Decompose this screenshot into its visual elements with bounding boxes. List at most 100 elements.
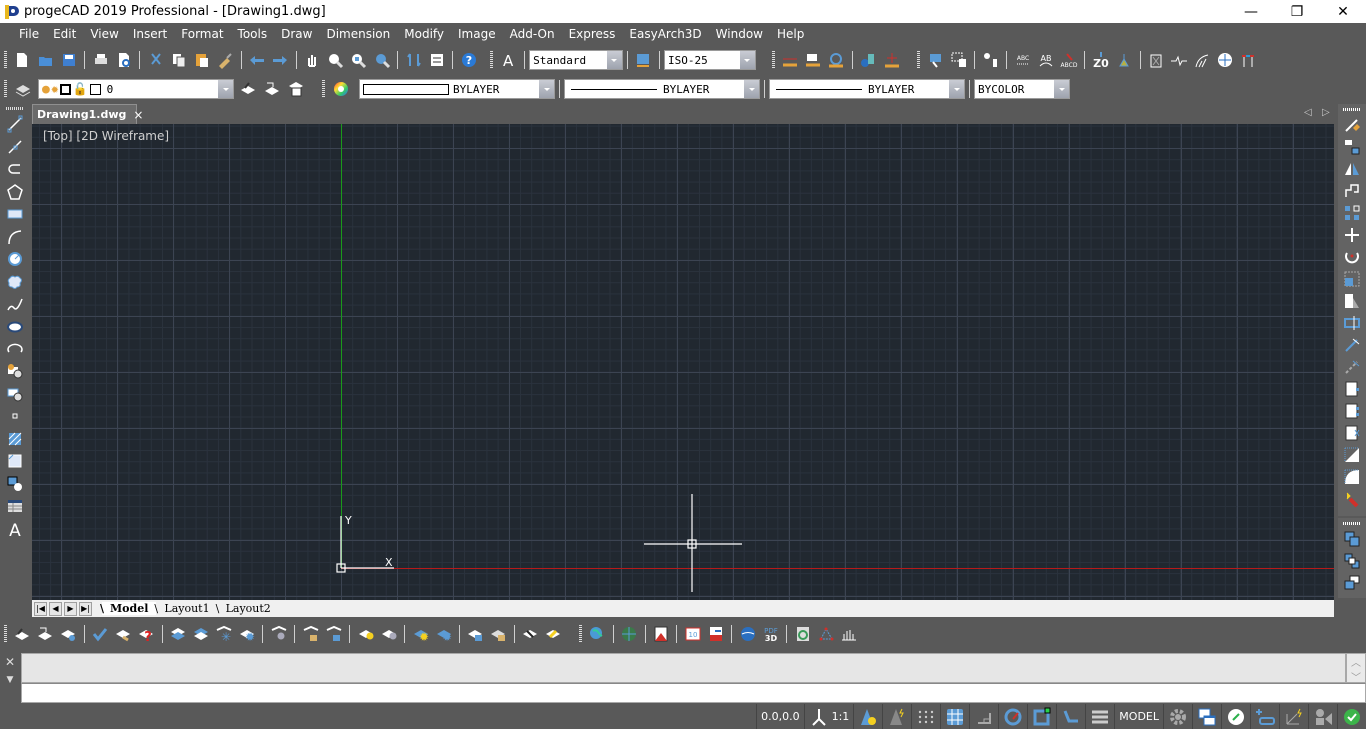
tab-drawing1[interactable]: Drawing1.dwg × [32, 104, 143, 124]
quick-properties-icon[interactable] [1221, 704, 1250, 729]
break-at-point-icon[interactable] [1342, 401, 1362, 422]
coordinates-readout[interactable]: 0.0,0.0 [756, 704, 803, 729]
lengthen-icon[interactable] [1342, 313, 1362, 334]
raster-clip-icon[interactable] [652, 624, 671, 644]
command-history-scrollbar[interactable]: ︿ ﹀ [1346, 653, 1366, 684]
layer-walk-icon[interactable] [59, 624, 78, 644]
ellipse-arc-icon[interactable] [5, 339, 25, 359]
layer-lock-icon[interactable] [301, 624, 320, 644]
command-input[interactable] [21, 683, 1366, 703]
menu-draw[interactable]: Draw [274, 23, 319, 45]
properties-icon[interactable] [427, 50, 446, 70]
menu-insert[interactable]: Insert [126, 23, 174, 45]
toolbar-grip[interactable] [4, 80, 7, 98]
chevron-down-icon[interactable] [539, 80, 554, 98]
raster-adjust-icon[interactable]: 10 [683, 624, 702, 644]
text-fit-icon[interactable]: ABCD [1059, 50, 1078, 70]
fillet-icon[interactable] [1342, 467, 1362, 488]
hatch-icon[interactable] [5, 429, 25, 449]
text-icon[interactable]: A [5, 519, 25, 539]
geo-location-icon[interactable] [588, 624, 607, 644]
auto-scale-toggle[interactable] [882, 704, 911, 729]
layer-combo[interactable]: ● ✹ 🔓 0 [38, 79, 234, 99]
layer-thaw-all-2-icon[interactable]: ✹ [434, 624, 453, 644]
next-layout-button[interactable]: ▶ [64, 601, 77, 616]
layer-off-all-icon[interactable] [379, 624, 398, 644]
undo-icon[interactable] [248, 50, 267, 70]
lineweight-toggle[interactable] [1085, 704, 1114, 729]
dynamic-input-icon[interactable] [1250, 704, 1279, 729]
erase-icon[interactable] [1342, 115, 1362, 136]
layer-move-to-icon[interactable] [521, 624, 540, 644]
chevron-down-icon[interactable] [218, 80, 233, 98]
annotation-scale[interactable]: 1:1 [803, 704, 854, 729]
copy-icon[interactable] [169, 50, 188, 70]
ucs-dynamic-icon[interactable] [1279, 704, 1308, 729]
make-block-icon[interactable] [5, 384, 25, 404]
boundary-icon[interactable] [5, 474, 25, 494]
measure-distance-icon[interactable] [1239, 50, 1258, 70]
windows-layout-icon[interactable] [1192, 704, 1221, 729]
layer-previous-icon[interactable] [262, 79, 282, 99]
scroll-up-icon[interactable]: ︿ [1351, 654, 1361, 669]
array-icon[interactable] [1342, 203, 1362, 224]
google-earth-icon[interactable] [738, 624, 757, 644]
redo-icon[interactable] [271, 50, 290, 70]
chevron-down-icon[interactable] [744, 80, 759, 98]
menu-express[interactable]: Express [562, 23, 623, 45]
scale-icon[interactable] [1342, 269, 1362, 290]
mirror-icon[interactable] [1342, 159, 1362, 180]
dim-style-combo[interactable]: ISO-25 [663, 50, 756, 70]
print-preview-icon[interactable] [114, 50, 133, 70]
toolbar-grip[interactable] [6, 107, 24, 110]
arc-icon[interactable] [5, 226, 25, 246]
layer-color-swatch[interactable] [89, 83, 101, 95]
join-icon[interactable] [1342, 423, 1362, 444]
snap-toggle[interactable] [911, 704, 940, 729]
terrain-profile-icon[interactable] [839, 624, 858, 644]
copy-objects-icon[interactable] [1342, 137, 1362, 158]
rectangle-icon[interactable] [5, 204, 25, 224]
object-snap-toggle[interactable] [1027, 704, 1056, 729]
print-icon[interactable] [91, 50, 110, 70]
globe-icon[interactable] [620, 624, 639, 644]
first-layout-button[interactable]: |◀ [34, 601, 47, 616]
save-icon[interactable] [59, 50, 78, 70]
line-icon[interactable] [5, 114, 25, 134]
toolbar-grip[interactable] [4, 51, 7, 69]
layer-freeze-icon[interactable]: ✳ [215, 624, 234, 644]
menu-image[interactable]: Image [451, 23, 503, 45]
pan-icon[interactable] [303, 50, 322, 70]
purge-icon[interactable] [1147, 50, 1166, 70]
pdf-import-icon[interactable] [706, 624, 725, 644]
point-cloud-icon[interactable] [816, 624, 835, 644]
layer-thaw-all-icon[interactable]: ✹ [237, 624, 256, 644]
layer-help-icon[interactable]: ? [137, 624, 156, 644]
tab-scroll-right-icon[interactable]: ▷ [1322, 107, 1330, 118]
stretch-icon[interactable] [1342, 291, 1362, 312]
annotation-visibility-toggle[interactable] [853, 704, 882, 729]
layer-unlock-icon[interactable] [324, 624, 343, 644]
polygon-icon[interactable] [5, 181, 25, 201]
toolbar-grip[interactable] [1343, 522, 1361, 525]
command-menu-icon[interactable]: ▼ [0, 675, 20, 685]
tab-model[interactable]: Model [100, 602, 157, 615]
menu-easyarch3d[interactable]: EasyArch3D [622, 23, 708, 45]
layer-lock-all-icon[interactable] [466, 624, 485, 644]
block-edit-icon[interactable] [981, 50, 1000, 70]
color-combo[interactable]: BYLAYER [359, 79, 555, 99]
layer-merge-icon[interactable] [114, 624, 133, 644]
crosshair-circle-icon[interactable] [1216, 50, 1235, 70]
move-icon[interactable] [1342, 225, 1362, 246]
regen-icon[interactable] [404, 50, 423, 70]
layer-on-all-icon[interactable] [356, 624, 375, 644]
chevron-down-icon[interactable] [606, 51, 622, 69]
tab-layout1[interactable]: Layout1 [154, 602, 217, 615]
model-space-toggle[interactable]: MODEL [1114, 704, 1163, 729]
ellipse-icon[interactable] [5, 316, 25, 336]
toolbar-grip[interactable] [1343, 108, 1361, 111]
tab-scroll-left-icon[interactable]: ◁ [1304, 107, 1312, 118]
select-window-icon[interactable] [949, 50, 968, 70]
menu-tools[interactable]: Tools [231, 23, 275, 45]
tab-layout2[interactable]: Layout2 [216, 602, 279, 615]
